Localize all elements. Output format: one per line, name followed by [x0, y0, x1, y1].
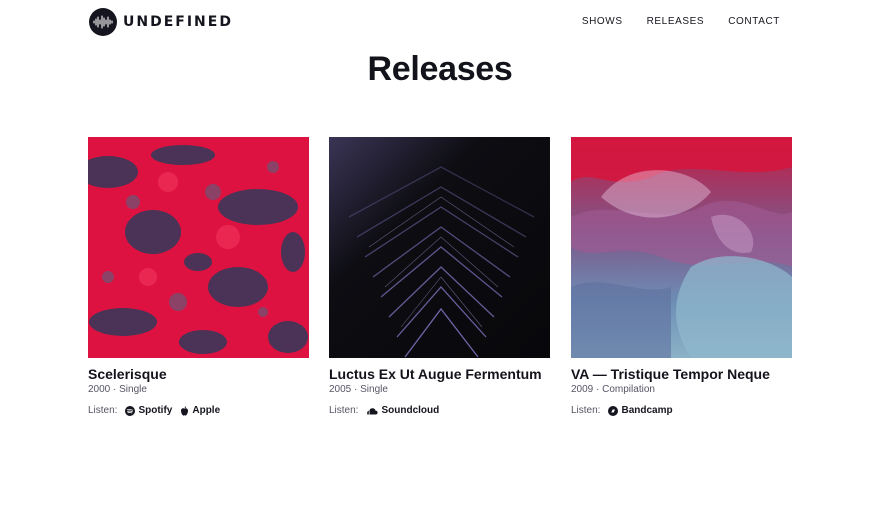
bandcamp-link[interactable]: Bandcamp: [608, 405, 673, 416]
spotify-link[interactable]: Spotify: [125, 405, 172, 416]
release-cover-art[interactable]: [329, 137, 550, 358]
nav-link-releases[interactable]: RELEASES: [647, 16, 705, 27]
release-card: Scelerisque 2000 · Single Listen: Spotif…: [88, 137, 309, 416]
apple-icon: [180, 405, 189, 416]
bandcamp-label: Bandcamp: [621, 405, 673, 416]
page-title: Releases: [367, 50, 513, 88]
release-title[interactable]: Scelerisque: [88, 366, 309, 382]
apple-link[interactable]: Apple: [180, 405, 220, 416]
listen-links: Listen: Soundcloud: [329, 405, 550, 416]
apple-label: Apple: [192, 405, 221, 416]
release-card: Luctus Ex Ut Augue Fermentum 2005 · Sing…: [329, 137, 550, 416]
release-title[interactable]: VA — Tristique Tempor Neque: [571, 366, 792, 382]
bandcamp-icon: [608, 405, 619, 416]
release-cover-art[interactable]: [571, 137, 792, 358]
release-meta: 2009 · Compilation: [571, 384, 655, 395]
soundcloud-label: Soundcloud: [381, 405, 440, 416]
spotify-label: Spotify: [138, 405, 173, 416]
listen-links: Listen: Spotify Apple: [88, 405, 309, 416]
brand-name: UNDEFINED: [123, 14, 233, 30]
site-header: UNDEFINED SHOWS RELEASES CONTACT: [0, 0, 880, 44]
main-nav: SHOWS RELEASES CONTACT: [558, 16, 780, 27]
release-card: VA — Tristique Tempor Neque 2009 · Compi…: [571, 137, 792, 416]
soundcloud-link[interactable]: Soundcloud: [366, 405, 439, 416]
release-meta: 2000 · Single: [88, 384, 147, 395]
release-title[interactable]: Luctus Ex Ut Augue Fermentum: [329, 366, 550, 382]
nav-link-contact[interactable]: CONTACT: [728, 16, 780, 27]
listen-label: Listen:: [88, 405, 118, 416]
release-cover-art[interactable]: [88, 137, 309, 358]
listen-links: Listen: Bandcamp: [571, 405, 792, 416]
nav-link-shows[interactable]: SHOWS: [582, 16, 623, 27]
soundcloud-icon: [366, 407, 379, 415]
waveform-logo-icon: [89, 8, 117, 36]
spotify-icon: [125, 405, 136, 416]
listen-label: Listen:: [329, 405, 359, 416]
listen-label: Listen:: [571, 405, 601, 416]
brand-logo[interactable]: UNDEFINED: [89, 8, 233, 36]
release-meta: 2005 · Single: [329, 384, 388, 395]
